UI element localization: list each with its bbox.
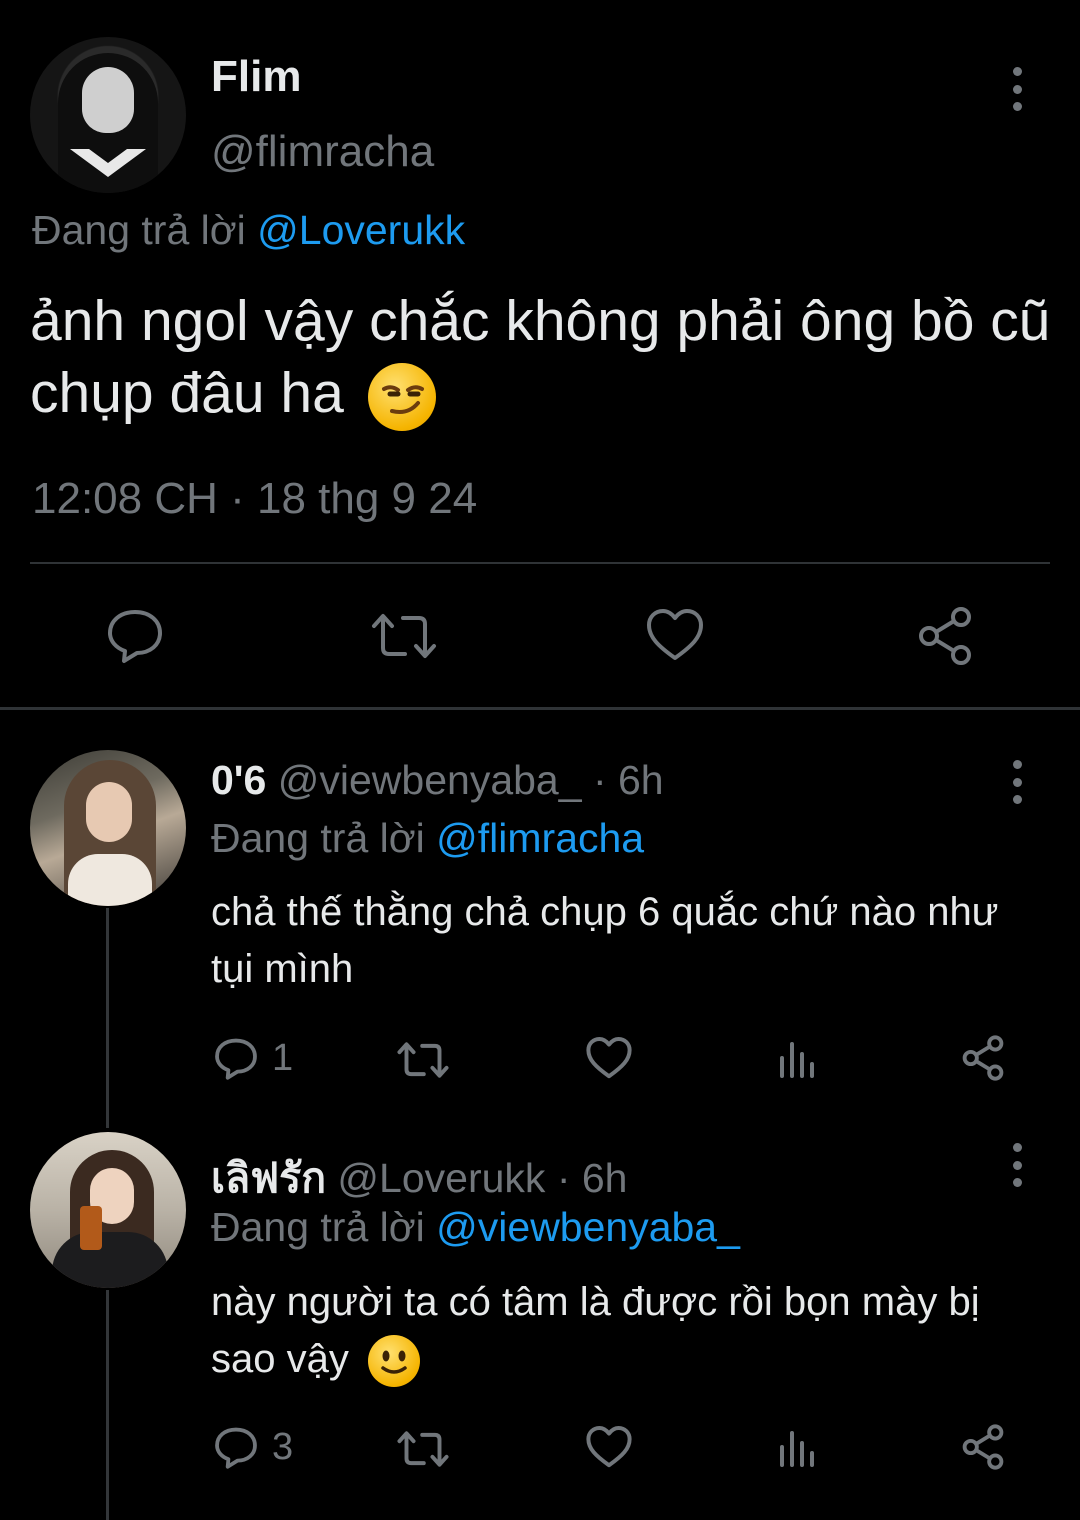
reply-text: chả thế thằng chả chụp 6 quắc chứ nào nh…: [211, 890, 999, 991]
thread-connector: [106, 1290, 109, 1520]
views-icon[interactable]: [777, 1038, 817, 1083]
tweet-timestamp[interactable]: 12:08 CH · 18 thg 9 24: [32, 474, 477, 524]
reply-header: 0'6 @viewbenyaba_ · 6h: [211, 757, 664, 804]
reply-author-handle[interactable]: @viewbenyaba_: [278, 757, 582, 803]
reply-count: 3: [272, 1425, 294, 1468]
share-icon[interactable]: [916, 606, 974, 666]
main-author-handle[interactable]: @flimracha: [211, 127, 434, 177]
retweet-icon[interactable]: [397, 1038, 449, 1087]
reply-header: เลิฟรัก @Loverukk · 6h: [211, 1146, 627, 1211]
reply-button[interactable]: 1: [214, 1036, 293, 1080]
share-icon[interactable]: [960, 1035, 1006, 1086]
reply-author-avatar[interactable]: [30, 1132, 186, 1288]
replying-to-mention[interactable]: @Loverukk: [257, 207, 465, 253]
like-icon[interactable]: [646, 608, 704, 662]
divider: [30, 562, 1050, 564]
replying-to-line: Đang trả lời @Loverukk: [32, 207, 465, 254]
reply-author-name[interactable]: 0'6: [211, 757, 266, 803]
smirk-emoji-icon: [367, 362, 436, 431]
replying-prefix: Đang trả lời: [211, 815, 425, 861]
reply-time: · 6h: [592, 757, 664, 803]
main-tweet-text: ảnh ngol vậy chắc không phải ông bồ cũ c…: [30, 285, 1060, 431]
replying-to-mention[interactable]: @flimracha: [436, 815, 644, 861]
share-icon[interactable]: [960, 1424, 1006, 1475]
reply-time: · 6h: [556, 1155, 628, 1201]
replying-to-line: Đang trả lời @viewbenyaba_: [211, 1204, 740, 1251]
slight-smile-emoji-icon: [367, 1335, 420, 1388]
replying-to-line: Đang trả lời @flimracha: [211, 815, 644, 862]
reply-text: này người ta có tâm là được rồi bọn mày …: [211, 1274, 1031, 1388]
like-icon[interactable]: [586, 1036, 632, 1085]
reply-icon[interactable]: [106, 606, 164, 664]
like-icon[interactable]: [586, 1425, 632, 1474]
replying-prefix: Đang trả lời: [32, 207, 246, 253]
reply-count: 1: [272, 1036, 294, 1079]
reply-icon: [215, 1038, 257, 1080]
reply-author-name[interactable]: เลิฟรัก: [211, 1155, 326, 1201]
main-author-name[interactable]: Flim: [211, 52, 301, 102]
more-options-icon[interactable]: [1011, 1143, 1023, 1187]
replying-to-mention[interactable]: @viewbenyaba_: [436, 1204, 740, 1250]
retweet-icon[interactable]: [397, 1427, 449, 1476]
reply-body: này người ta có tâm là được rồi bọn mày …: [211, 1280, 980, 1381]
reply-author-handle[interactable]: @Loverukk: [337, 1155, 545, 1201]
main-author-avatar[interactable]: [30, 37, 186, 193]
thread-connector: [106, 908, 109, 1128]
main-tweet-body: ảnh ngol vậy chắc không phải ông bồ cũ c…: [30, 289, 1051, 425]
reply-author-avatar[interactable]: [30, 750, 186, 906]
reply-icon: [215, 1427, 257, 1469]
replying-prefix: Đang trả lời: [211, 1204, 425, 1250]
more-options-icon[interactable]: [1011, 67, 1023, 111]
more-options-icon[interactable]: [1011, 760, 1023, 804]
reply-button[interactable]: 3: [214, 1425, 293, 1469]
retweet-icon[interactable]: [371, 608, 437, 664]
views-icon[interactable]: [777, 1427, 817, 1472]
section-divider: [0, 707, 1080, 710]
